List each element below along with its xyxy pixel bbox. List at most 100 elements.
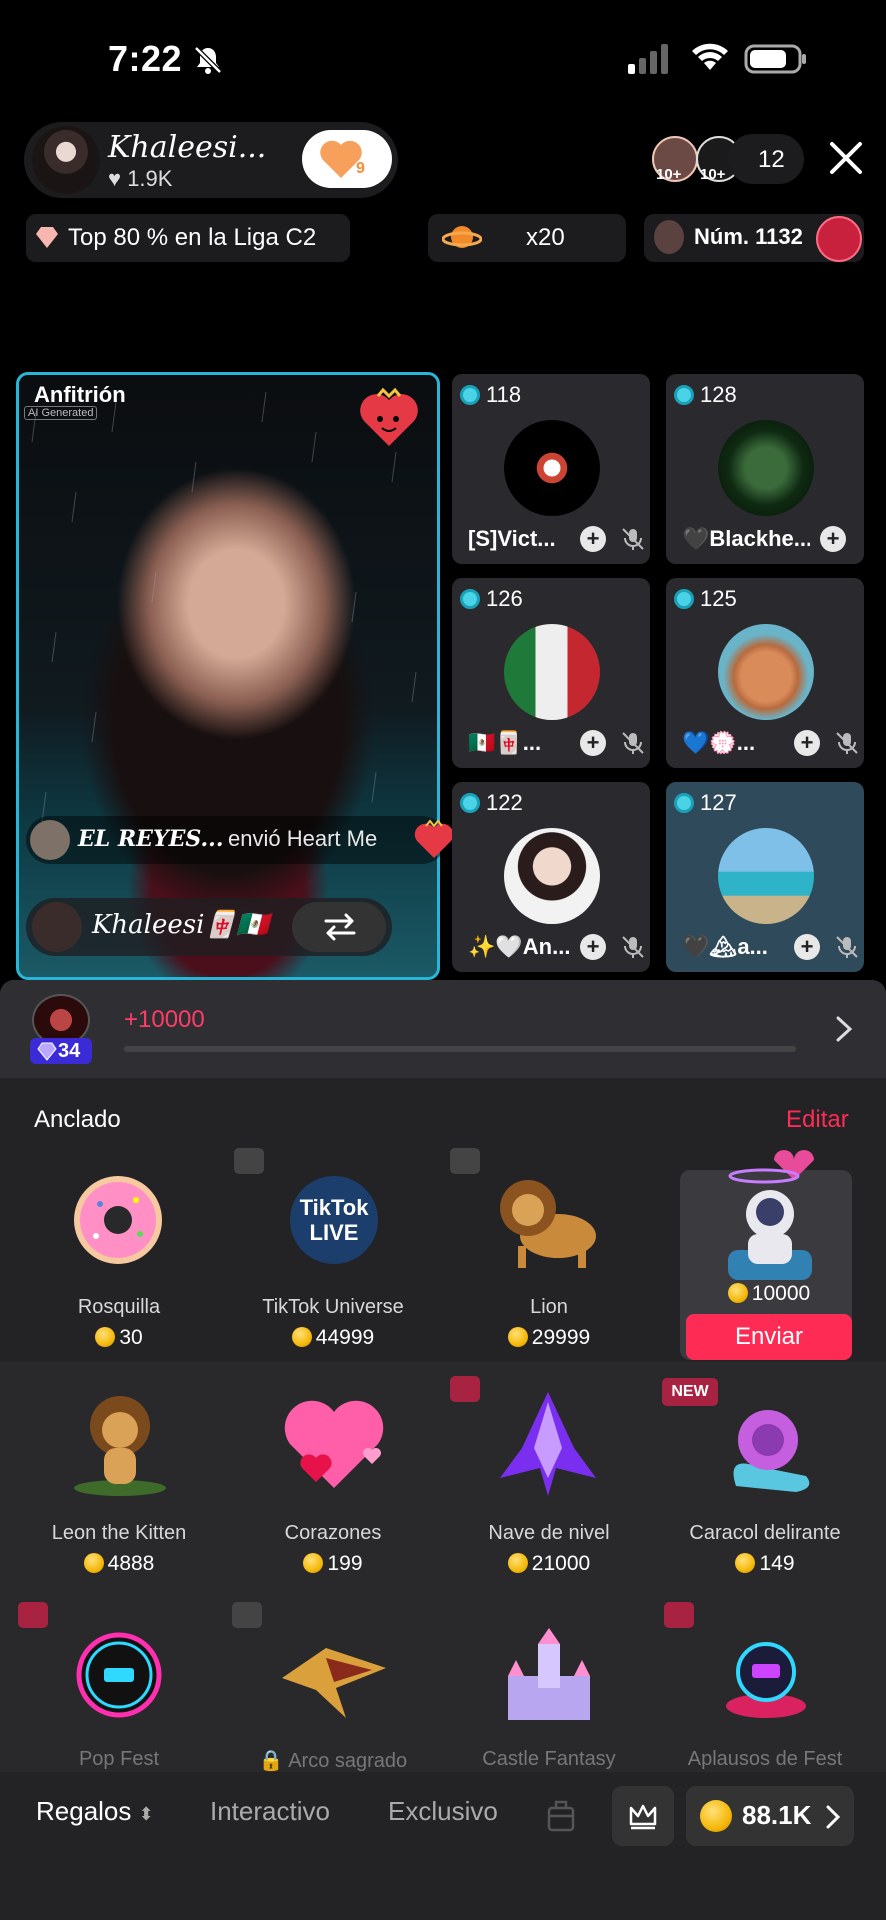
chevron-right-icon[interactable] <box>832 1014 856 1044</box>
fan-level: 9 <box>356 160 365 177</box>
league-text: Top 80 % en la Liga C2 <box>68 224 317 251</box>
planet-icon <box>442 226 482 248</box>
gift-sender-name[interactable]: EL REYES... <box>78 826 224 852</box>
host-likes-count: 1.9K <box>127 166 173 191</box>
gift-price-value: 30 <box>119 1326 143 1349</box>
tab-regalos[interactable]: Regalos ⬍ <box>36 1796 154 1827</box>
gift-price: 44999 <box>228 1326 438 1350</box>
sort-icon: ⬍ <box>138 1804 154 1824</box>
gift-name: 🔒 Arco sagrado <box>258 1750 408 1772</box>
cellular-signal-icon <box>628 44 668 74</box>
guest-avatar <box>718 828 814 924</box>
mic-muted-icon[interactable] <box>620 730 646 756</box>
progress-track <box>124 1046 796 1052</box>
coin-icon <box>507 1327 528 1347</box>
progress-text: +10000 <box>124 1006 205 1033</box>
pop-fest-icon <box>76 1632 162 1718</box>
guest-score: 125 <box>700 586 737 611</box>
host-name: Khaleesi... <box>108 130 267 165</box>
gift-message-text: envió Heart Me <box>228 826 378 851</box>
wifi-icon <box>692 43 728 70</box>
timer-tag-icon <box>18 1602 48 1628</box>
add-guest-icon[interactable]: + <box>820 526 846 552</box>
heart-me-icon <box>414 819 454 858</box>
selected-gift-price: 10000 <box>664 1282 874 1306</box>
gift-name: TikTok Universe <box>262 1296 404 1318</box>
tab-exclusivo[interactable]: Exclusivo <box>388 1796 498 1827</box>
gift-name: Leon the Kitten <box>51 1522 187 1544</box>
viewer-badge-2: 10+ <box>700 166 726 183</box>
gift-price: 149 <box>660 1552 870 1576</box>
combo-multiplier: x20 <box>526 224 565 251</box>
add-guest-icon[interactable]: + <box>580 934 606 960</box>
rank-text: Núm. 1132 <box>694 224 803 249</box>
applause-fest-icon <box>726 1642 806 1718</box>
gift-price-value: 4888 <box>107 1552 155 1575</box>
guest-score: 128 <box>700 382 737 407</box>
gift-name: Nave de nivel <box>488 1522 610 1544</box>
add-guest-icon[interactable]: + <box>794 730 820 756</box>
gift-price: 21000 <box>444 1552 654 1576</box>
rank-avatar <box>654 220 684 254</box>
gift-box-icon[interactable] <box>546 1798 576 1832</box>
heart-gift-icon <box>360 387 418 446</box>
castle-icon <box>508 1628 590 1720</box>
diamond-icon <box>36 227 58 248</box>
ai-generated-tag: AI Generated <box>24 406 98 420</box>
guest-name: 🇲🇽🀄... <box>468 730 542 755</box>
close-icon[interactable] <box>822 134 870 182</box>
mic-muted-icon[interactable] <box>620 934 646 960</box>
gift-price: 4888 <box>14 1552 224 1576</box>
viewer-count: 12 <box>758 146 785 173</box>
mic-muted-icon[interactable] <box>834 934 860 960</box>
guest-score: 126 <box>486 586 523 611</box>
svg-text:TikTok: TikTok <box>300 1195 370 1220</box>
gift-price: 199 <box>228 1552 438 1576</box>
status-time: 7:22 <box>108 38 183 79</box>
add-guest-icon[interactable]: + <box>580 526 606 552</box>
crown-icon <box>629 1804 657 1830</box>
gift-name: Caracol delirante <box>689 1522 841 1544</box>
hearts-icon <box>284 1400 384 1488</box>
gift-sender-avatar[interactable] <box>30 820 70 860</box>
selected-gift-price-value: 10000 <box>751 1282 811 1305</box>
mic-muted-icon[interactable] <box>834 730 860 756</box>
gift-price-value: 29999 <box>531 1326 591 1349</box>
viewer-badge-1: 10+ <box>656 166 682 183</box>
timer-tag-icon <box>664 1602 694 1628</box>
guest-name: 💙💮... <box>682 730 756 755</box>
gift-price: 30 <box>14 1326 224 1350</box>
coin-icon <box>83 1553 104 1573</box>
host-label: Anfitrión <box>34 382 126 407</box>
pinned-title: Anclado <box>34 1106 121 1133</box>
gift-name: Corazones <box>284 1522 382 1544</box>
gift-name: Pop Fest <box>78 1748 160 1770</box>
edit-link[interactable]: Editar <box>786 1106 849 1134</box>
host-name-avatar <box>32 902 82 952</box>
host-display-name: Khaleesi🀄🇲🇽 <box>92 910 270 940</box>
diamond-level-icon <box>37 1042 57 1061</box>
gift-price: 29999 <box>444 1326 654 1350</box>
gift-price-value: 21000 <box>531 1552 591 1575</box>
gift-price-value: 149 <box>759 1552 795 1575</box>
tab-interactivo[interactable]: Interactivo <box>210 1796 330 1827</box>
guest-avatar <box>504 624 600 720</box>
gift-name-label: Arco sagrado <box>288 1750 408 1772</box>
spaceship-icon <box>500 1392 596 1496</box>
host-avatar[interactable] <box>32 126 100 194</box>
sacred-bow-icon <box>282 1648 386 1718</box>
coin-icon <box>700 1800 732 1832</box>
add-guest-icon[interactable]: + <box>794 934 820 960</box>
score-icon <box>674 589 694 609</box>
swap-arrows-icon <box>324 913 356 941</box>
guest-name: ✨🤍An... <box>468 934 571 959</box>
send-button[interactable]: Enviar <box>686 1314 852 1360</box>
mic-muted-icon[interactable] <box>620 526 646 552</box>
battery-icon <box>744 44 806 74</box>
add-guest-icon[interactable]: + <box>580 730 606 756</box>
guest-score: 122 <box>486 790 523 815</box>
coin-icon <box>735 1553 756 1573</box>
svg-text:LIVE: LIVE <box>310 1220 359 1245</box>
coin-icon <box>303 1553 324 1573</box>
live-badge-icon[interactable] <box>816 216 862 262</box>
